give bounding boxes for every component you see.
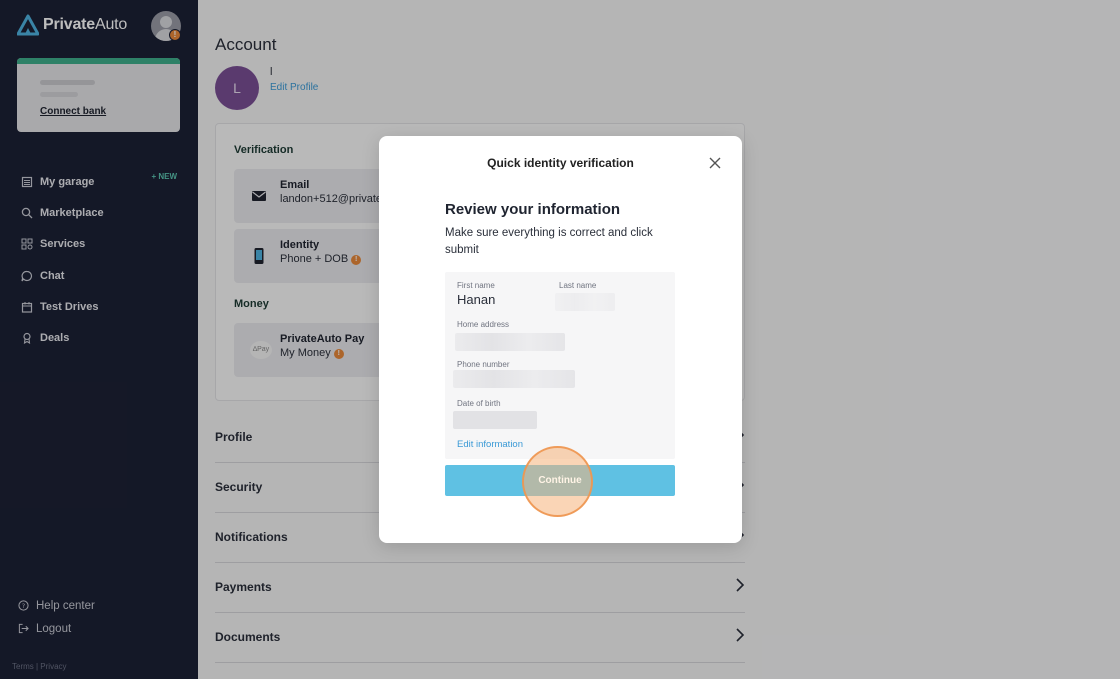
modal-title: Quick identity verification xyxy=(487,156,634,170)
redacted-phone-number xyxy=(453,370,575,388)
review-subtitle: Make sure everything is correct and clic… xyxy=(445,227,653,256)
phone-number-label: Phone number xyxy=(457,360,510,369)
last-name-label: Last name xyxy=(559,281,597,290)
home-address-label: Home address xyxy=(457,320,510,329)
close-icon[interactable] xyxy=(708,156,722,170)
first-name-label: First name xyxy=(457,281,495,290)
redacted-home-address xyxy=(455,333,565,351)
date-of-birth-label: Date of birth xyxy=(457,399,501,408)
redacted-date-of-birth xyxy=(453,411,537,429)
redacted-last-name xyxy=(555,293,615,311)
review-heading: Review your information xyxy=(445,201,621,218)
first-name-value: Hanan xyxy=(457,292,496,307)
edit-information-link[interactable]: Edit information xyxy=(457,439,523,450)
click-highlight xyxy=(522,446,593,517)
identity-verification-modal: Quick identity verification Review your … xyxy=(379,136,742,543)
personal-info-summary: First name Hanan Last name Home address … xyxy=(445,272,675,459)
